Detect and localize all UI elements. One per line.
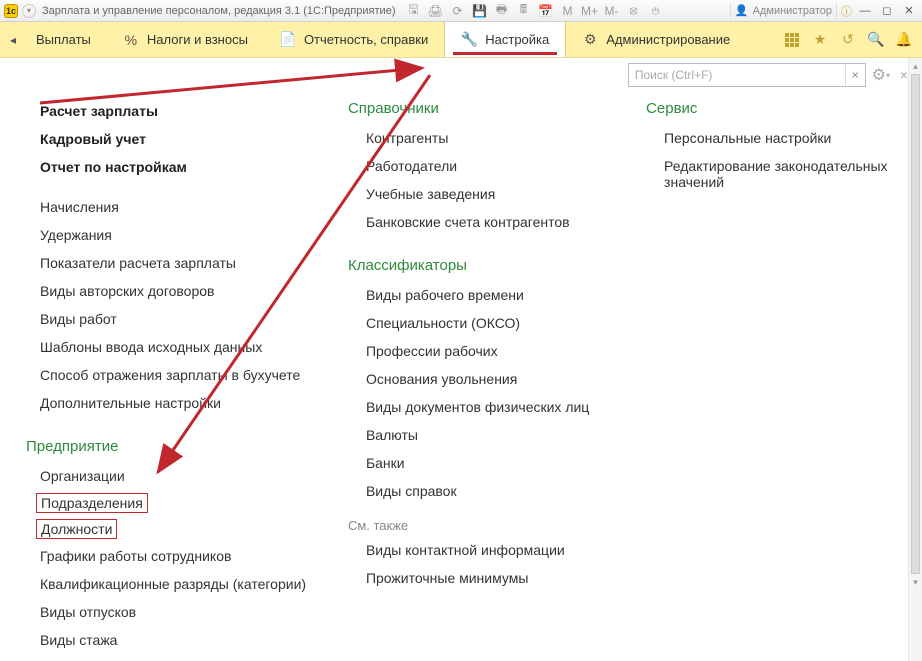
link-item[interactable]: Организации	[40, 465, 316, 487]
tab-label: Администрирование	[606, 32, 730, 47]
calendar-icon[interactable]: 📅	[537, 3, 553, 19]
section-enterprise: Предприятие	[26, 438, 316, 455]
forward-icon[interactable]: ⦺	[647, 3, 663, 19]
user-icon: 👤	[735, 4, 749, 17]
app-menu-dropdown-icon[interactable]: ▾	[22, 4, 36, 18]
titlebar-quickaccess: 🖫 🖨 ⟳ 💾 🖶 🖩 📅 M M+ M- ⦻ ⦺	[405, 3, 663, 19]
link-positions[interactable]: Должности	[36, 519, 117, 539]
scroll-thumb[interactable]	[911, 74, 920, 574]
search-input[interactable]	[629, 68, 845, 82]
history-icon[interactable]: ↺	[840, 32, 856, 48]
percent-icon: %	[123, 32, 139, 48]
document-icon: 📄	[280, 32, 296, 48]
link-item[interactable]: Способ отражения зарплаты в бухучете	[40, 364, 316, 386]
link-item[interactable]: Показатели расчета зарплаты	[40, 252, 316, 274]
content-area: Расчет зарплаты Кадровый учет Отчет по н…	[0, 92, 922, 651]
user-badge[interactable]: 👤 Администратор	[730, 3, 837, 19]
link-item[interactable]: Виды документов физических лиц	[348, 396, 614, 418]
window-title: Зарплата и управление персоналом, редакц…	[42, 5, 395, 17]
link-item[interactable]: Прожиточные минимумы	[348, 567, 614, 589]
link-item[interactable]: Профессии рабочих	[348, 340, 614, 362]
link-item[interactable]: Редактирование законодательных значений	[646, 155, 922, 193]
link-item[interactable]: Дополнительные настройки	[40, 392, 316, 414]
apps-grid-icon[interactable]	[784, 32, 800, 48]
link-item[interactable]: Банки	[348, 452, 614, 474]
back-icon[interactable]: ⦻	[625, 3, 641, 19]
search-icon[interactable]: 🔍	[868, 32, 884, 48]
user-name: Администратор	[753, 5, 832, 17]
toolbar-right: ★ ↺ 🔍 🔔	[784, 22, 922, 57]
tab-label: Налоги и взносы	[147, 32, 248, 47]
bell-icon[interactable]: 🔔	[896, 32, 912, 48]
tab-label: Настройка	[485, 32, 549, 47]
vertical-scrollbar[interactable]: ▴ ▾	[908, 58, 922, 661]
link-item[interactable]: Виды контактной информации	[348, 539, 614, 561]
link-subdivisions[interactable]: Подразделения	[36, 493, 148, 513]
section-directories: Справочники	[348, 100, 614, 117]
link-item[interactable]: Виды рабочего времени	[348, 284, 614, 306]
section-classifiers: Классификаторы	[348, 257, 614, 274]
scroll-down-icon[interactable]: ▾	[909, 574, 922, 590]
link-item[interactable]: Банковские счета контрагентов	[348, 211, 614, 233]
save-icon[interactable]: 🖫	[405, 3, 421, 19]
column-middle: Справочники Контрагенты Работодатели Уче…	[348, 100, 614, 651]
titlebar: 1c ▾ Зарплата и управление персоналом, р…	[0, 0, 922, 22]
link-settings-report[interactable]: Отчет по настройкам	[40, 156, 316, 178]
close-button[interactable]: ✕	[900, 3, 918, 19]
memory-m[interactable]: M	[559, 3, 575, 19]
calc-icon[interactable]: 🖩	[515, 3, 531, 19]
wrench-icon: 🔧	[461, 32, 477, 48]
tab-taxes[interactable]: % Налоги и взносы	[107, 22, 264, 57]
scroll-up-icon[interactable]: ▴	[909, 58, 922, 74]
search-clear-button[interactable]: ×	[845, 64, 865, 86]
memory-mminus[interactable]: M-	[603, 3, 619, 19]
memory-mplus[interactable]: M+	[581, 3, 597, 19]
tab-settings[interactable]: 🔧 Настройка	[444, 22, 566, 57]
link-item[interactable]: Графики работы сотрудников	[40, 545, 316, 567]
link-item[interactable]: Виды авторских договоров	[40, 280, 316, 302]
link-item[interactable]: Виды отпусков	[40, 601, 316, 623]
page-subbar: × ⚙▾ ×	[0, 58, 922, 92]
link-item[interactable]: Валюты	[348, 424, 614, 446]
minimize-button[interactable]: —	[856, 3, 874, 19]
tab-payments[interactable]: Выплаты	[20, 22, 107, 57]
see-also-label: См. также	[348, 518, 614, 533]
maximize-button[interactable]: ◻	[878, 3, 896, 19]
link-item[interactable]: Виды стажа	[40, 629, 316, 651]
print-icon[interactable]: 🖨	[427, 3, 443, 19]
link-item[interactable]: Работодатели	[348, 155, 614, 177]
link-item[interactable]: Шаблоны ввода исходных данных	[40, 336, 316, 358]
app-logo-icon: 1c	[4, 4, 18, 18]
column-left: Расчет зарплаты Кадровый учет Отчет по н…	[40, 100, 316, 651]
link-hr[interactable]: Кадровый учет	[40, 128, 316, 150]
nav-left-arrow-icon[interactable]: ◂	[6, 22, 20, 57]
link-item[interactable]: Учебные заведения	[348, 183, 614, 205]
link-item[interactable]: Удержания	[40, 224, 316, 246]
gear-icon: ⚙	[582, 32, 598, 48]
refresh-icon[interactable]: ⟳	[449, 3, 465, 19]
search-box: ×	[628, 63, 866, 87]
disk-icon[interactable]: 💾	[471, 3, 487, 19]
link-payroll[interactable]: Расчет зарплаты	[40, 100, 316, 122]
link-item[interactable]: Квалификационные разряды (категории)	[40, 573, 316, 595]
link-item[interactable]: Контрагенты	[348, 127, 614, 149]
link-item[interactable]: Основания увольнения	[348, 368, 614, 390]
section-service: Сервис	[646, 100, 922, 117]
column-right: Сервис Персональные настройки Редактиров…	[646, 100, 922, 651]
link-item[interactable]: Специальности (ОКСО)	[348, 312, 614, 334]
settings-gear-icon[interactable]: ⚙▾	[872, 66, 890, 84]
help-icon[interactable]: ⓘ	[841, 3, 852, 19]
link-item[interactable]: Начисления	[40, 196, 316, 218]
tab-admin[interactable]: ⚙ Администрирование	[566, 22, 746, 57]
print2-icon[interactable]: 🖶	[493, 3, 509, 19]
tab-label: Отчетность, справки	[304, 32, 428, 47]
link-item[interactable]: Виды работ	[40, 308, 316, 330]
star-icon[interactable]: ★	[812, 32, 828, 48]
section-toolbar: ◂ Выплаты % Налоги и взносы 📄 Отчетность…	[0, 22, 922, 58]
tab-label: Выплаты	[36, 32, 91, 47]
link-item[interactable]: Персональные настройки	[646, 127, 922, 149]
tab-reports[interactable]: 📄 Отчетность, справки	[264, 22, 444, 57]
link-item[interactable]: Виды справок	[348, 480, 614, 502]
